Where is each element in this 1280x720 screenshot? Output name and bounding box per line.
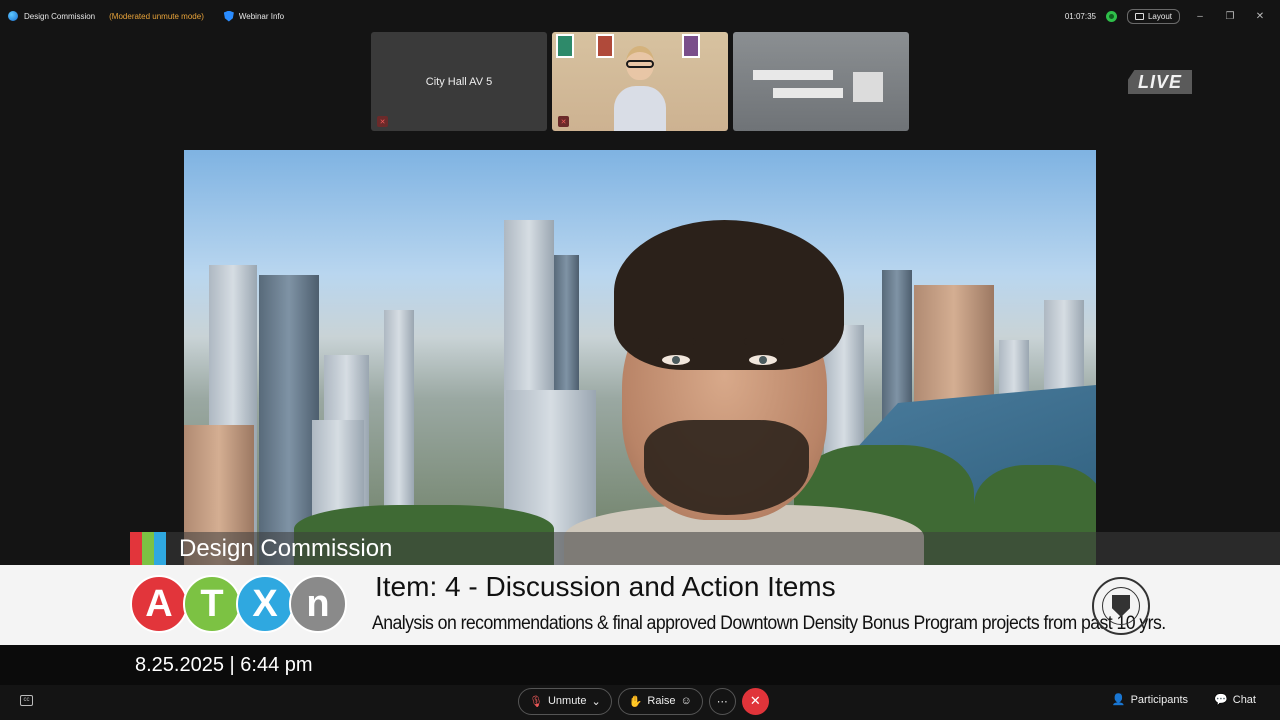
- participants-button[interactable]: 👤 Participants: [1112, 693, 1188, 706]
- chyron-agenda-item: A T X n Item: 4 - Discussion and Action …: [0, 565, 1280, 645]
- webex-logo-icon: [8, 11, 18, 21]
- webinar-info-label: Webinar Info: [238, 11, 285, 21]
- wall-poster-image: [556, 34, 574, 58]
- minimize-icon[interactable]: –: [1190, 11, 1210, 22]
- live-badge: LIVE: [1128, 70, 1192, 94]
- main-speaker-video[interactable]: [184, 150, 1096, 565]
- meeting-title: Design Commission: [24, 11, 96, 21]
- room-table-image: [753, 70, 833, 80]
- muted-mic-icon: 🎙: [529, 695, 543, 708]
- participants-icon: 👤: [1111, 694, 1126, 706]
- wall-poster-image: [596, 34, 614, 58]
- agenda-item-title: Item: 4 - Discussion and Action Items: [375, 571, 836, 602]
- leave-meeting-button[interactable]: ✕: [741, 687, 769, 715]
- reactions-icon[interactable]: ☺: [681, 695, 692, 707]
- shield-icon: [223, 10, 234, 22]
- muted-mic-icon: ✕: [558, 116, 569, 127]
- raise-label: Raise: [647, 695, 676, 707]
- date-time-bar: 8.25.2025 | 6:44 pm: [0, 645, 1280, 685]
- chevron-down-icon[interactable]: ⌄: [592, 695, 601, 708]
- speaker-person: [564, 220, 924, 565]
- participant-tile-room-camera[interactable]: [733, 32, 909, 131]
- connection-status-icon[interactable]: [1105, 10, 1117, 22]
- room-table-image: [853, 72, 883, 102]
- participants-label: Participants: [1130, 694, 1189, 706]
- chat-label: Chat: [1232, 694, 1256, 706]
- unmute-label: Unmute: [547, 695, 587, 707]
- atxn-letter-n: n: [289, 575, 347, 633]
- restore-icon[interactable]: ❐: [1220, 11, 1240, 22]
- more-options-button[interactable]: ⋯: [708, 687, 736, 715]
- chat-button[interactable]: 💬 Chat: [1214, 693, 1256, 706]
- layout-label: Layout: [1147, 11, 1172, 21]
- webinar-info-button[interactable]: Webinar Info: [223, 10, 285, 22]
- broadcast-datetime: 8.25.2025 | 6:44 pm: [135, 654, 313, 676]
- atxn-letter-t: T: [183, 575, 241, 633]
- chyron-commission-bar: Design Commission: [130, 532, 1280, 565]
- atxn-letter-a: A: [130, 575, 188, 633]
- layout-button[interactable]: Layout: [1126, 8, 1180, 24]
- commission-name: Design Commission: [179, 534, 393, 562]
- city-of-austin-seal: [1092, 577, 1150, 635]
- moderated-mode-label: (Moderated unmute mode): [109, 11, 204, 21]
- muted-mic-icon: ✕: [377, 116, 388, 127]
- hand-icon: ✋: [628, 695, 643, 708]
- close-icon[interactable]: ✕: [1250, 11, 1270, 22]
- unmute-button[interactable]: 🎙 Unmute ⌄: [518, 687, 612, 715]
- color-bars-logo: [130, 532, 166, 565]
- chat-icon: 💬: [1214, 694, 1228, 706]
- raise-hand-button[interactable]: ✋ Raise ☺: [617, 687, 703, 715]
- participant-name: City Hall AV 5: [425, 75, 493, 88]
- title-bar: Design Commission (Moderated unmute mode…: [0, 0, 1280, 32]
- agenda-item-subtitle: Analysis on recommendations & final appr…: [372, 613, 1166, 634]
- atxn-letter-x: X: [236, 575, 294, 633]
- room-table-image: [773, 88, 843, 98]
- meeting-controls-bar: cc 🎙 Unmute ⌄ ✋ Raise ☺ ⋯ ✕ 👤 Participant…: [0, 685, 1280, 720]
- layout-icon: [1134, 12, 1144, 20]
- atxn-logo: A T X n: [130, 575, 347, 633]
- participant-video-person: [614, 46, 666, 131]
- participant-tile-video-2[interactable]: ✕: [552, 32, 728, 131]
- participant-tile-cityhall[interactable]: City Hall AV 5 ✕: [371, 32, 547, 131]
- captions-icon[interactable]: cc: [20, 695, 33, 706]
- wall-poster-image: [682, 34, 700, 58]
- meeting-timer: 01:07:35: [1064, 11, 1096, 21]
